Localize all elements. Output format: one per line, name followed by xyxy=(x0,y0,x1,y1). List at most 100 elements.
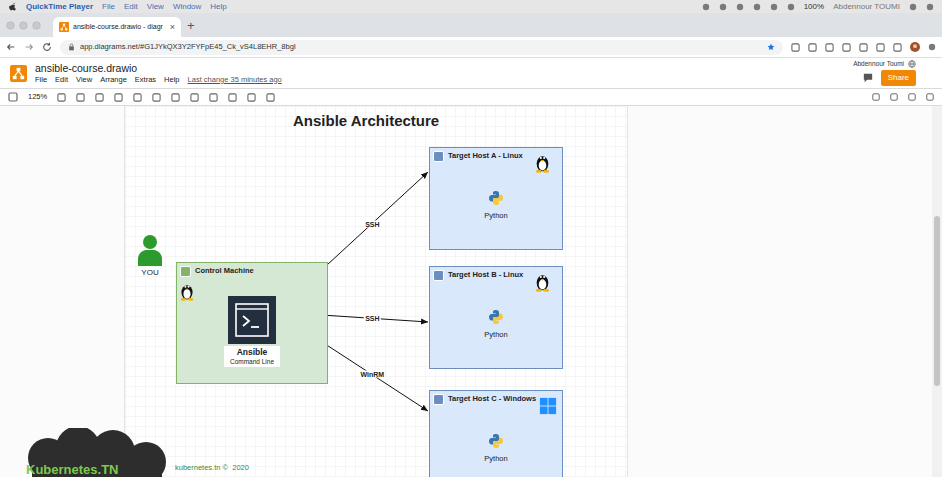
tool-icon[interactable] xyxy=(209,93,218,102)
os-menu-item[interactable]: Edit xyxy=(124,3,138,11)
tool-icon[interactable] xyxy=(152,93,161,102)
host-label: Target Host A - Linux xyxy=(448,152,523,160)
status-icon[interactable] xyxy=(702,3,710,11)
apple-icon[interactable] xyxy=(9,2,17,11)
menu-item[interactable]: File xyxy=(35,76,47,84)
tool-icon[interactable] xyxy=(57,93,66,102)
brand-name: Kubernetes.TN xyxy=(26,463,118,476)
window-button-icon[interactable] xyxy=(32,21,41,30)
user-row: Abdennour Toumi xyxy=(853,60,916,68)
status-icon[interactable] xyxy=(736,3,744,11)
reload-icon[interactable] xyxy=(42,42,52,52)
group-icon xyxy=(180,266,191,277)
tool-icon[interactable] xyxy=(76,93,85,102)
extension-icon[interactable] xyxy=(808,43,817,52)
python-logo-icon xyxy=(488,190,504,206)
target-host[interactable]: Target Host B - LinuxPython xyxy=(429,266,563,369)
target-host[interactable]: Target Host A - LinuxPython xyxy=(429,147,563,250)
os-menu-item[interactable]: View xyxy=(147,3,164,11)
scrollbar[interactable] xyxy=(932,106,942,477)
document-title[interactable]: ansible-course.drawio xyxy=(35,63,282,74)
user-name[interactable]: Abdennour Toumi xyxy=(853,61,904,68)
extension-icon[interactable] xyxy=(893,43,902,52)
extension-icon[interactable] xyxy=(791,43,800,52)
tool-icon[interactable] xyxy=(114,93,123,102)
control-label: Control Machine xyxy=(195,267,254,275)
diagram-title[interactable]: Ansible Architecture xyxy=(293,113,439,128)
tool-icon[interactable] xyxy=(228,93,237,102)
ansible-label: AnsibleCommand Line xyxy=(224,346,280,367)
host-label: Target Host B - Linux xyxy=(448,271,523,279)
os-menu-item[interactable]: Window xyxy=(173,3,201,11)
share-button[interactable]: Share xyxy=(881,70,916,86)
status-icon[interactable] xyxy=(770,3,778,11)
new-tab-button[interactable]: + xyxy=(187,19,195,32)
tool-icon[interactable] xyxy=(190,93,199,102)
app-name[interactable]: QuickTime Player xyxy=(26,3,93,11)
tool-icon[interactable] xyxy=(171,93,180,102)
forward-icon[interactable] xyxy=(24,42,34,52)
profile-avatar-icon[interactable] xyxy=(910,42,920,52)
window-button-icon[interactable] xyxy=(6,21,15,30)
lock-icon xyxy=(68,43,75,51)
view-icon[interactable] xyxy=(890,93,898,101)
tool-name: Ansible xyxy=(237,347,268,358)
window-controls xyxy=(6,21,41,30)
status-icon[interactable] xyxy=(753,3,761,11)
globe-icon[interactable] xyxy=(908,60,916,68)
copyright: kubernetes.tn © 2020 xyxy=(175,464,249,472)
menu-icon[interactable] xyxy=(928,43,936,51)
canvas[interactable]: Ansible Architecture YOU Control Machine An… xyxy=(0,106,942,477)
tool-icon[interactable] xyxy=(133,93,142,102)
terminal-icon[interactable] xyxy=(228,296,276,344)
user-icon[interactable] xyxy=(137,234,163,266)
os-menu-item[interactable]: File xyxy=(102,3,115,11)
menu-item[interactable]: Help xyxy=(164,76,179,84)
os-menu-bar: QuickTime Player File Edit View Window Help 10… xyxy=(0,0,942,13)
back-icon[interactable] xyxy=(6,42,16,52)
extension-icon[interactable] xyxy=(825,43,834,52)
target-host[interactable]: Target Host C - WindowsPython xyxy=(429,390,563,477)
bookmark-star-icon[interactable] xyxy=(767,43,775,51)
python-logo-icon xyxy=(488,433,504,449)
drawio-logo-icon[interactable] xyxy=(10,65,27,82)
os-user[interactable]: Abdennour TOUMI xyxy=(833,3,900,11)
zoom-level[interactable]: 125% xyxy=(28,93,47,101)
linux-tux-icon xyxy=(534,272,551,292)
view-icon[interactable] xyxy=(872,93,880,101)
comment-icon[interactable] xyxy=(863,73,873,83)
last-change[interactable]: Last change 35 minutes ago xyxy=(188,76,282,84)
python-logo-icon xyxy=(488,309,504,325)
extension-icon[interactable] xyxy=(859,43,868,52)
app-header: ansible-course.drawio File Edit View Arrange… xyxy=(0,58,942,88)
menu-item[interactable]: Arrange xyxy=(100,76,127,84)
control-icon[interactable] xyxy=(926,3,934,11)
tab-close[interactable]: × xyxy=(170,23,175,32)
search-icon[interactable] xyxy=(909,3,917,11)
url-field[interactable]: app.diagrams.net/#G1JYkQX3Y2FYFpE45_Ck_v… xyxy=(60,40,783,55)
status-icon[interactable] xyxy=(719,3,727,11)
panel-toggle-icon[interactable] xyxy=(8,92,18,102)
view-icon[interactable] xyxy=(926,93,934,101)
tool-icon[interactable] xyxy=(266,93,275,102)
tool-icon[interactable] xyxy=(247,93,256,102)
window-button-icon[interactable] xyxy=(19,21,28,30)
browser-tab[interactable]: ansible-course.drawio - diagr× xyxy=(53,17,181,37)
address-bar: app.diagrams.net/#G1JYkQX3Y2FYFpE45_Ck_v… xyxy=(0,37,942,58)
runtime-label: Python xyxy=(466,455,526,463)
menu-item[interactable]: View xyxy=(76,76,92,84)
user-label: YOU xyxy=(130,269,170,277)
status-icon[interactable] xyxy=(787,3,795,11)
view-icon[interactable] xyxy=(908,93,916,101)
scrollbar-thumb[interactable] xyxy=(934,216,940,386)
extension-icon[interactable] xyxy=(876,43,885,52)
tool-icon[interactable] xyxy=(95,93,104,102)
toolbar: 125% xyxy=(0,88,942,106)
extension-icon[interactable] xyxy=(842,43,851,52)
share-row: Share xyxy=(863,70,916,86)
menu-item[interactable]: Extras xyxy=(135,76,156,84)
group-icon xyxy=(433,394,444,405)
os-menu-item[interactable]: Help xyxy=(210,3,226,11)
menu-item[interactable]: Edit xyxy=(55,76,68,84)
battery-level: 100% xyxy=(804,3,824,11)
